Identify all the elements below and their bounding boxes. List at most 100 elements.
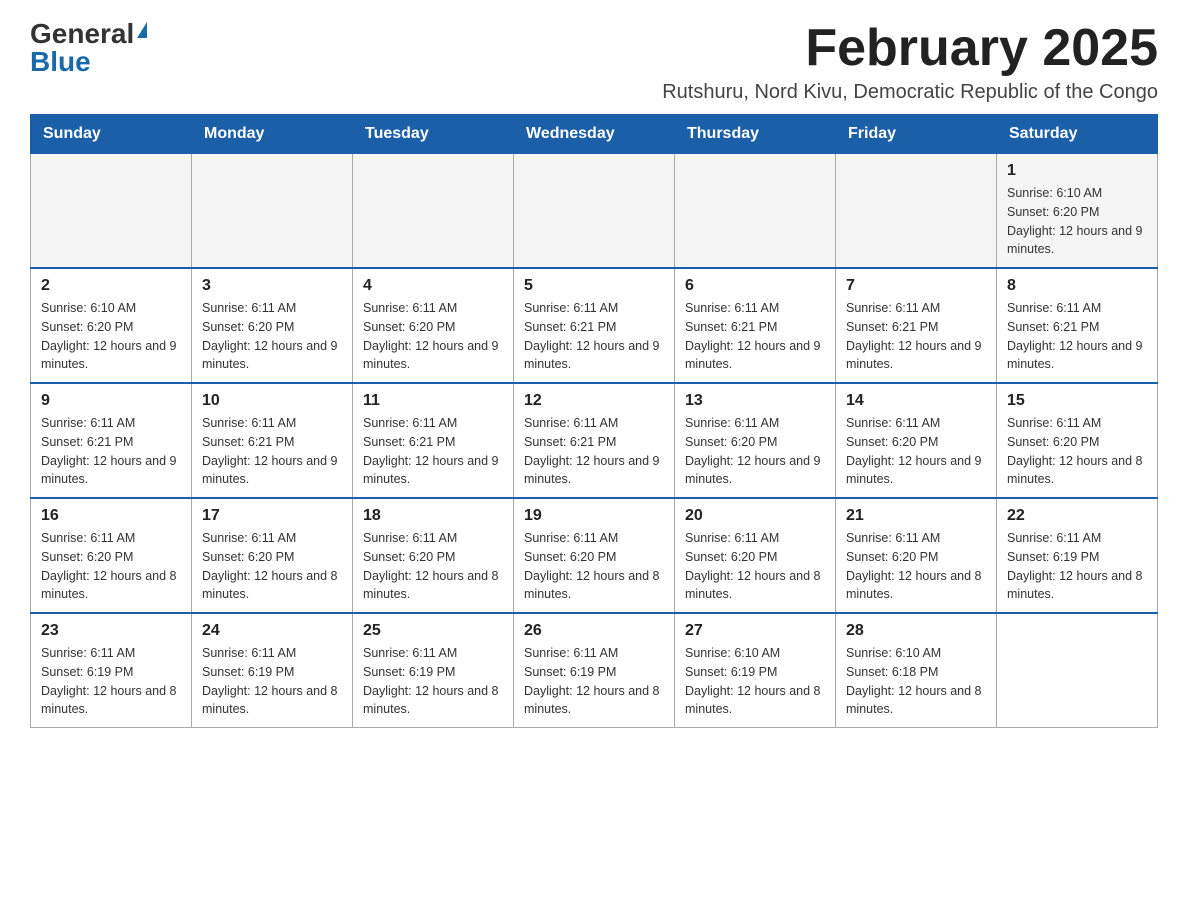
day-number: 6 bbox=[685, 277, 825, 295]
calendar-cell: 22Sunrise: 6:11 AM Sunset: 6:19 PM Dayli… bbox=[997, 498, 1158, 613]
calendar-cell: 5 Sunrise: 6:11 AM Sunset: 6:21 PM Daylig… bbox=[514, 268, 675, 383]
day-info: Sunrise: 6:11 AM Sunset: 6:20 PM Dayligh… bbox=[1007, 414, 1147, 489]
calendar-cell: 21Sunrise: 6:11 AM Sunset: 6:20 PM Dayli… bbox=[836, 498, 997, 613]
day-number: 19 bbox=[524, 507, 664, 525]
logo-general-text: General bbox=[30, 20, 134, 48]
day-number: 3 bbox=[202, 277, 342, 295]
day-number: 2 bbox=[41, 277, 181, 295]
calendar-cell: 14 Sunrise: 6:11 AM Sunset: 6:20 PM Dayli… bbox=[836, 383, 997, 498]
day-number: 16 bbox=[41, 507, 181, 525]
day-info: Sunrise: 6:11 AM Sunset: 6:21 PM Dayligh… bbox=[1007, 299, 1147, 374]
day-info: Sunrise: 6:10 AM Sunset: 6:20 PM Dayligh… bbox=[1007, 184, 1147, 259]
logo-blue-text: Blue bbox=[30, 48, 91, 76]
calendar-cell: 9 Sunrise: 6:11 AM Sunset: 6:21 PM Daylig… bbox=[31, 383, 192, 498]
day-number: 8 bbox=[1007, 277, 1147, 295]
calendar-cell bbox=[836, 154, 997, 269]
calendar-cell bbox=[192, 154, 353, 269]
day-info: Sunrise: 6:11 AM Sunset: 6:19 PM Dayligh… bbox=[524, 644, 664, 719]
day-info: Sunrise: 6:11 AM Sunset: 6:20 PM Dayligh… bbox=[846, 529, 986, 604]
calendar-cell: 10Sunrise: 6:11 AM Sunset: 6:21 PM Dayli… bbox=[192, 383, 353, 498]
calendar-table: Sunday Monday Tuesday Wednesday Thursday… bbox=[30, 114, 1158, 728]
day-info: Sunrise: 6:11 AM Sunset: 6:21 PM Dayligh… bbox=[524, 414, 664, 489]
calendar-cell bbox=[514, 154, 675, 269]
calendar-row-1: 2 Sunrise: 6:10 AM Sunset: 6:20 PM Daylig… bbox=[31, 268, 1158, 383]
day-info: Sunrise: 6:11 AM Sunset: 6:21 PM Dayligh… bbox=[685, 299, 825, 374]
calendar-cell: 28 Sunrise: 6:10 AM Sunset: 6:18 PM Dayli… bbox=[836, 613, 997, 728]
header-saturday: Saturday bbox=[997, 115, 1158, 154]
header-tuesday: Tuesday bbox=[353, 115, 514, 154]
calendar-cell: 4 Sunrise: 6:11 AM Sunset: 6:20 PM Daylig… bbox=[353, 268, 514, 383]
calendar-cell: 25 Sunrise: 6:11 AM Sunset: 6:19 PM Dayli… bbox=[353, 613, 514, 728]
calendar-cell: 15 Sunrise: 6:11 AM Sunset: 6:20 PM Dayli… bbox=[997, 383, 1158, 498]
day-number: 24 bbox=[202, 622, 342, 640]
title-section: February 2025 Rutshuru, Nord Kivu, Democ… bbox=[662, 20, 1158, 104]
calendar-cell: 8 Sunrise: 6:11 AM Sunset: 6:21 PM Daylig… bbox=[997, 268, 1158, 383]
day-info: Sunrise: 6:10 AM Sunset: 6:18 PM Dayligh… bbox=[846, 644, 986, 719]
day-number: 18 bbox=[363, 507, 503, 525]
calendar-cell: 3 Sunrise: 6:11 AM Sunset: 6:20 PM Daylig… bbox=[192, 268, 353, 383]
day-info: Sunrise: 6:11 AM Sunset: 6:20 PM Dayligh… bbox=[363, 529, 503, 604]
calendar-cell: 16 Sunrise: 6:11 AM Sunset: 6:20 PM Dayli… bbox=[31, 498, 192, 613]
calendar-row-3: 16 Sunrise: 6:11 AM Sunset: 6:20 PM Dayli… bbox=[31, 498, 1158, 613]
day-number: 20 bbox=[685, 507, 825, 525]
day-info: Sunrise: 6:11 AM Sunset: 6:20 PM Dayligh… bbox=[685, 414, 825, 489]
day-number: 23 bbox=[41, 622, 181, 640]
location-title: Rutshuru, Nord Kivu, Democratic Republic… bbox=[662, 81, 1158, 104]
day-info: Sunrise: 6:11 AM Sunset: 6:20 PM Dayligh… bbox=[202, 299, 342, 374]
calendar-cell: 20Sunrise: 6:11 AM Sunset: 6:20 PM Dayli… bbox=[675, 498, 836, 613]
day-number: 10 bbox=[202, 392, 342, 410]
day-number: 28 bbox=[846, 622, 986, 640]
calendar-cell: 1 Sunrise: 6:10 AM Sunset: 6:20 PM Daylig… bbox=[997, 154, 1158, 269]
header-wednesday: Wednesday bbox=[514, 115, 675, 154]
day-number: 12 bbox=[524, 392, 664, 410]
calendar-cell: 27Sunrise: 6:10 AM Sunset: 6:19 PM Dayli… bbox=[675, 613, 836, 728]
calendar-cell: 23Sunrise: 6:11 AM Sunset: 6:19 PM Dayli… bbox=[31, 613, 192, 728]
day-info: Sunrise: 6:11 AM Sunset: 6:19 PM Dayligh… bbox=[202, 644, 342, 719]
day-info: Sunrise: 6:11 AM Sunset: 6:21 PM Dayligh… bbox=[524, 299, 664, 374]
header-monday: Monday bbox=[192, 115, 353, 154]
calendar-cell: 11Sunrise: 6:11 AM Sunset: 6:21 PM Dayli… bbox=[353, 383, 514, 498]
day-number: 7 bbox=[846, 277, 986, 295]
calendar-cell: 13 Sunrise: 6:11 AM Sunset: 6:20 PM Dayli… bbox=[675, 383, 836, 498]
day-info: Sunrise: 6:10 AM Sunset: 6:19 PM Dayligh… bbox=[685, 644, 825, 719]
day-number: 14 bbox=[846, 392, 986, 410]
calendar-cell: 7Sunrise: 6:11 AM Sunset: 6:21 PM Daylig… bbox=[836, 268, 997, 383]
calendar-cell: 18 Sunrise: 6:11 AM Sunset: 6:20 PM Dayli… bbox=[353, 498, 514, 613]
day-info: Sunrise: 6:11 AM Sunset: 6:21 PM Dayligh… bbox=[41, 414, 181, 489]
header-friday: Friday bbox=[836, 115, 997, 154]
calendar-cell bbox=[31, 154, 192, 269]
calendar-cell: 2 Sunrise: 6:10 AM Sunset: 6:20 PM Daylig… bbox=[31, 268, 192, 383]
day-info: Sunrise: 6:11 AM Sunset: 6:21 PM Dayligh… bbox=[363, 414, 503, 489]
calendar-row-2: 9 Sunrise: 6:11 AM Sunset: 6:21 PM Daylig… bbox=[31, 383, 1158, 498]
calendar-row-0: 1 Sunrise: 6:10 AM Sunset: 6:20 PM Daylig… bbox=[31, 154, 1158, 269]
day-info: Sunrise: 6:11 AM Sunset: 6:20 PM Dayligh… bbox=[41, 529, 181, 604]
day-number: 26 bbox=[524, 622, 664, 640]
calendar-cell: 26 Sunrise: 6:11 AM Sunset: 6:19 PM Dayli… bbox=[514, 613, 675, 728]
calendar-cell: 17Sunrise: 6:11 AM Sunset: 6:20 PM Dayli… bbox=[192, 498, 353, 613]
day-number: 4 bbox=[363, 277, 503, 295]
header: General Blue February 2025 Rutshuru, Nor… bbox=[30, 20, 1158, 104]
day-number: 25 bbox=[363, 622, 503, 640]
day-number: 1 bbox=[1007, 162, 1147, 180]
day-info: Sunrise: 6:11 AM Sunset: 6:20 PM Dayligh… bbox=[846, 414, 986, 489]
calendar-header-row: Sunday Monday Tuesday Wednesday Thursday… bbox=[31, 115, 1158, 154]
day-number: 5 bbox=[524, 277, 664, 295]
day-number: 17 bbox=[202, 507, 342, 525]
calendar-cell bbox=[353, 154, 514, 269]
calendar-cell: 19 Sunrise: 6:11 AM Sunset: 6:20 PM Dayli… bbox=[514, 498, 675, 613]
logo: General Blue bbox=[30, 20, 147, 76]
calendar-cell: 24 Sunrise: 6:11 AM Sunset: 6:19 PM Dayli… bbox=[192, 613, 353, 728]
day-info: Sunrise: 6:10 AM Sunset: 6:20 PM Dayligh… bbox=[41, 299, 181, 374]
calendar-cell: 6 Sunrise: 6:11 AM Sunset: 6:21 PM Daylig… bbox=[675, 268, 836, 383]
day-info: Sunrise: 6:11 AM Sunset: 6:19 PM Dayligh… bbox=[1007, 529, 1147, 604]
calendar-row-4: 23 Sunrise: 6:11 AM Sunset: 6:19 PM Dayli… bbox=[31, 613, 1158, 728]
day-number: 15 bbox=[1007, 392, 1147, 410]
day-number: 9 bbox=[41, 392, 181, 410]
day-info: Sunrise: 6:11 AM Sunset: 6:20 PM Dayligh… bbox=[363, 299, 503, 374]
day-number: 13 bbox=[685, 392, 825, 410]
header-sunday: Sunday bbox=[31, 115, 192, 154]
day-info: Sunrise: 6:11 AM Sunset: 6:19 PM Dayligh… bbox=[363, 644, 503, 719]
calendar-cell bbox=[675, 154, 836, 269]
month-title: February 2025 bbox=[662, 20, 1158, 77]
day-info: Sunrise: 6:11 AM Sunset: 6:20 PM Dayligh… bbox=[524, 529, 664, 604]
